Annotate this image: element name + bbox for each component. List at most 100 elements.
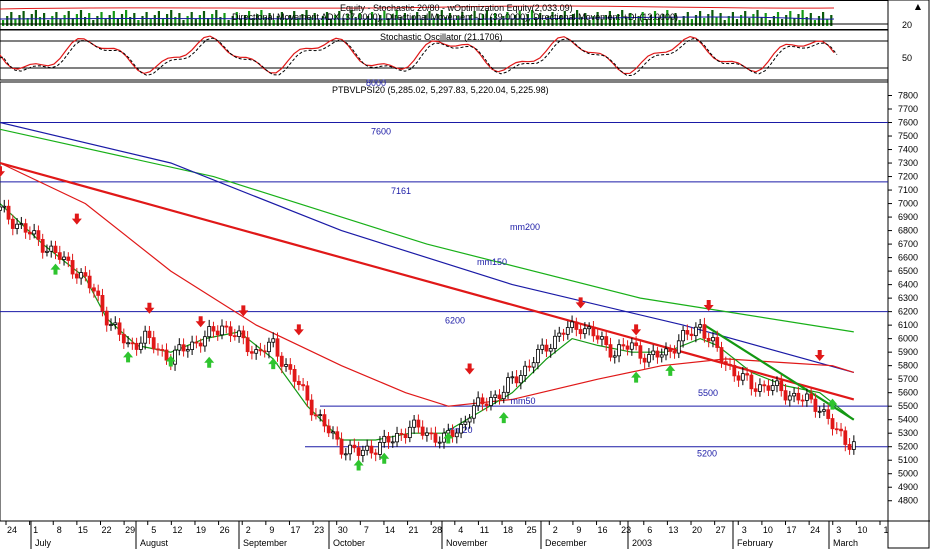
x-tick-label: 24 [810, 525, 820, 535]
x-tick-label: 25 [527, 525, 537, 535]
candle-body [87, 275, 92, 289]
candle-body [792, 392, 796, 397]
y-tick-label: 7800 [898, 91, 918, 101]
candle-body [813, 398, 818, 412]
candle-body [454, 432, 459, 438]
x-tick-label: 12 [172, 525, 182, 535]
candle-body [450, 429, 455, 438]
candle-body [45, 250, 49, 253]
candle-body [318, 414, 323, 417]
candle-body [527, 365, 532, 368]
x-tick-label: 3 [742, 525, 747, 535]
candle-body [211, 326, 216, 332]
equity-bar [116, 18, 119, 26]
x-tick-label: 2 [246, 525, 251, 535]
month-label: December [545, 538, 587, 548]
candle-body [296, 380, 301, 386]
dmi-scale-label: 20 [902, 20, 913, 30]
equity-bar [690, 19, 693, 26]
candle-body [245, 337, 250, 353]
candle-body [668, 348, 673, 352]
equity-bar [194, 19, 197, 26]
x-tick-label: 15 [78, 525, 88, 535]
candle-body [117, 322, 122, 335]
candle-body [0, 206, 2, 211]
month-label: October [333, 538, 365, 548]
equity-bar [748, 18, 751, 26]
equity-bar [760, 17, 763, 26]
candle-body [160, 349, 165, 351]
candle-body [386, 435, 391, 443]
equity-bar [137, 20, 140, 26]
candle-body [57, 252, 62, 260]
candle-body [198, 342, 203, 347]
candle-body [587, 326, 592, 330]
candle-body [74, 273, 79, 279]
candle-body [147, 330, 152, 339]
candle-body [92, 287, 96, 292]
candle-body [343, 453, 348, 456]
candle-body [309, 399, 314, 416]
candle-body [685, 330, 690, 335]
y-tick-label: 5800 [898, 361, 918, 371]
candle-body [412, 419, 417, 428]
x-tick-label: 14 [385, 525, 395, 535]
x-tick-label: 20 [692, 525, 702, 535]
month-label: September [243, 538, 287, 548]
candle-body [305, 385, 310, 401]
candle-body [215, 330, 220, 336]
equity-bar [182, 20, 185, 26]
candle-body [254, 349, 259, 354]
equity-bar [14, 19, 17, 26]
candle-body [232, 335, 237, 338]
y-tick-label: 6400 [898, 280, 918, 290]
candle-body [745, 373, 750, 376]
candle-body [399, 433, 404, 435]
month-label: August [140, 538, 169, 548]
level-label: 6200 [445, 316, 465, 326]
candle-body [523, 365, 528, 376]
candle-body [228, 326, 233, 337]
candle-body [570, 321, 574, 328]
candle-body [258, 349, 263, 352]
candle-body [693, 326, 698, 337]
candle-body [561, 332, 566, 335]
candle-body [540, 344, 545, 350]
candle-body [403, 433, 408, 439]
scroll-up-arrow-icon[interactable]: ▲ [913, 3, 923, 11]
candle-body [629, 342, 634, 350]
candle-body [617, 344, 621, 357]
candle-body [40, 238, 45, 253]
equity-bar [768, 20, 771, 26]
price-panel-frame [0, 81, 889, 522]
price-cut-label: 8000 [366, 78, 387, 88]
y-tick-label: 6200 [898, 307, 918, 317]
candle-body [489, 397, 493, 406]
y-tick-label: 5400 [898, 415, 918, 425]
equity-bar [71, 18, 74, 26]
candle-body [676, 340, 681, 354]
equity-bar [793, 18, 796, 26]
candle-body [779, 380, 784, 392]
month-label: 2003 [632, 538, 652, 548]
candle-body [369, 445, 374, 454]
equity-bar [735, 19, 739, 26]
y-tick-label: 6900 [898, 212, 918, 222]
candle-body [591, 326, 596, 337]
candle-body [740, 373, 745, 381]
candle-body [787, 395, 792, 401]
level-label: 5200 [697, 449, 717, 459]
candle-body [224, 325, 229, 328]
level-label: 7161 [391, 186, 411, 196]
candle-body [36, 230, 41, 240]
candle-body [322, 414, 327, 427]
candle-body [407, 426, 412, 439]
x-tick-label: 1 [883, 525, 888, 535]
candle-body [104, 310, 109, 326]
y-tick-label: 5100 [898, 455, 918, 465]
candle-body [360, 449, 365, 456]
x-tick-label: 17 [787, 525, 797, 535]
candle-body [715, 337, 720, 348]
candle-body [800, 399, 805, 402]
candle-body [851, 441, 856, 450]
